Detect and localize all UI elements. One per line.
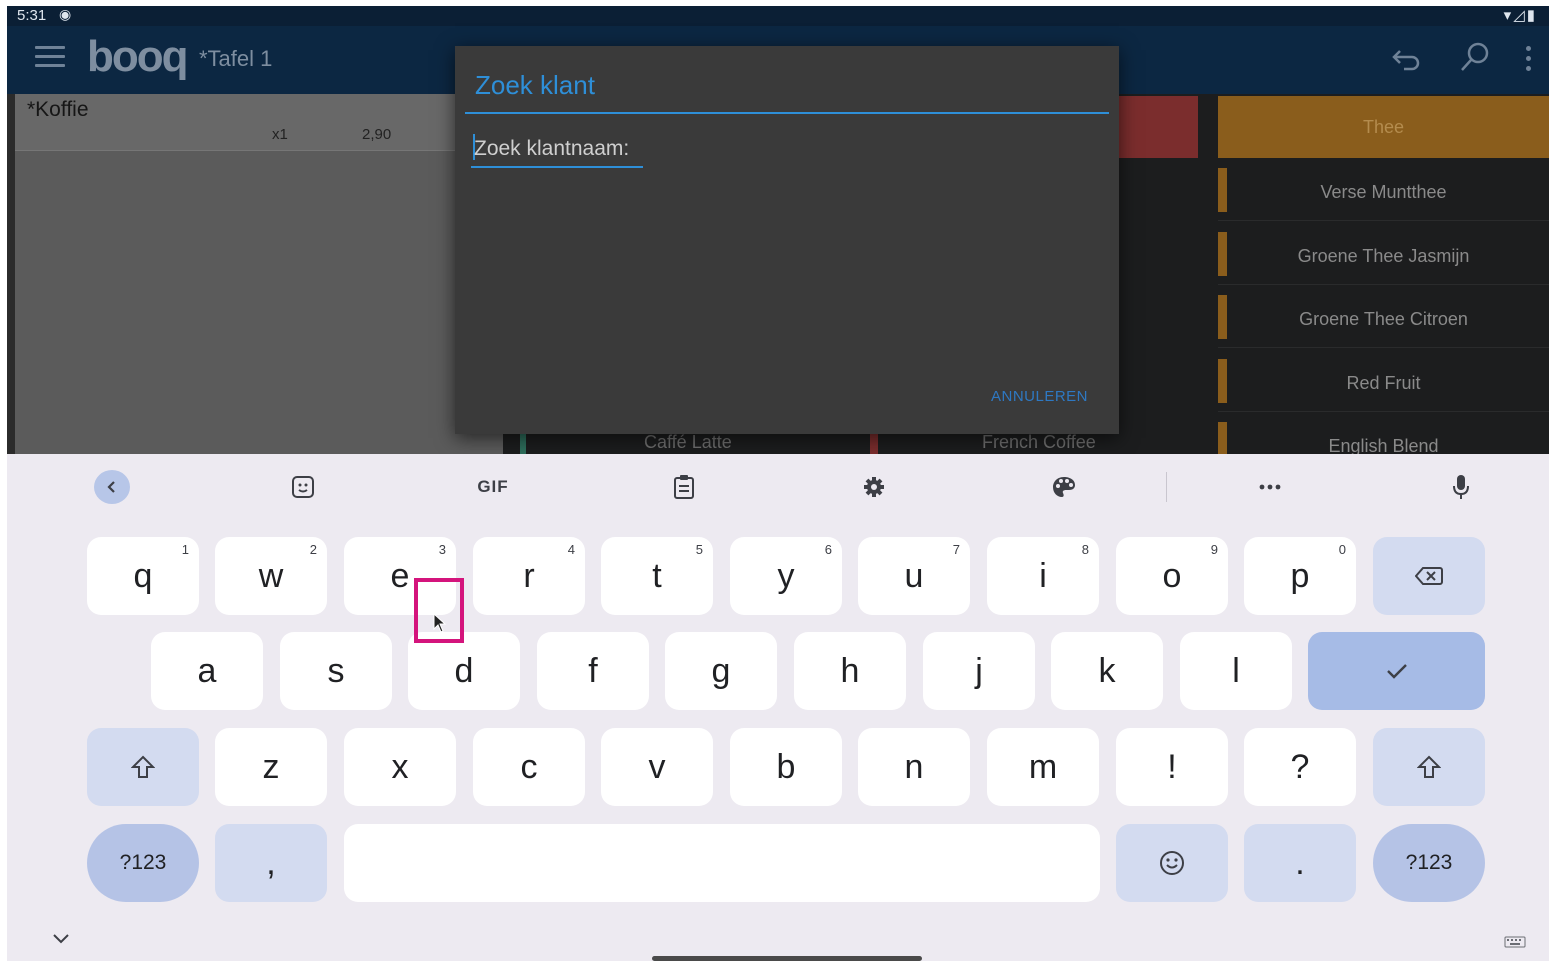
key-y[interactable]: y6 <box>730 537 842 615</box>
key-n[interactable]: n <box>858 728 970 806</box>
key-x[interactable]: x <box>344 728 456 806</box>
product-item[interactable]: Verse Muntthee <box>1218 164 1549 221</box>
key-p[interactable]: p0 <box>1244 537 1356 615</box>
key-l[interactable]: l <box>1180 632 1292 710</box>
mouse-pointer-icon <box>433 613 447 633</box>
notification-icon: ◉ <box>59 6 72 22</box>
more-icon[interactable] <box>1252 470 1288 504</box>
key-w[interactable]: w2 <box>215 537 327 615</box>
key-a[interactable]: a <box>151 632 263 710</box>
backspace-icon <box>1415 567 1443 585</box>
undo-icon[interactable] <box>1390 42 1422 74</box>
key-k[interactable]: k <box>1051 632 1163 710</box>
search-customer-dialog: Zoek klant Zoek klantnaam: ANNULEREN <box>455 46 1119 434</box>
keyboard-back-icon[interactable] <box>94 470 130 504</box>
key-shift-right[interactable] <box>1373 728 1485 806</box>
key-comma[interactable]: , <box>215 824 327 902</box>
key-symbols-right[interactable]: ?123 <box>1373 824 1485 902</box>
product-french-coffee[interactable]: French Coffee <box>982 432 1096 453</box>
key-shift-left[interactable] <box>87 728 199 806</box>
order-panel: *Koffie x1 2,90 <box>15 94 503 456</box>
key-backspace[interactable] <box>1373 537 1485 615</box>
key-c[interactable]: c <box>473 728 585 806</box>
key-i[interactable]: i8 <box>987 537 1099 615</box>
product-item[interactable]: Red Fruit <box>1218 355 1549 412</box>
category-tile[interactable] <box>1118 96 1198 158</box>
status-bar: 5:31 ◉ ▾◿▮ <box>7 6 1549 26</box>
toolbar-divider <box>1166 472 1167 502</box>
customer-name-input[interactable]: Zoek klantnaam: <box>471 134 643 168</box>
product-label: English Blend <box>1328 436 1439 456</box>
signal-battery-icon: ▾◿▮ <box>1503 7 1537 24</box>
product-item[interactable]: Groene Thee Citroen <box>1218 291 1549 348</box>
emoji-icon <box>1160 851 1184 875</box>
key-j[interactable]: j <box>923 632 1035 710</box>
customer-name-hint: Zoek klantnaam: <box>474 137 630 160</box>
key-space[interactable] <box>344 824 1100 902</box>
dialog-divider <box>465 112 1109 114</box>
key-q[interactable]: q1 <box>87 537 199 615</box>
key-emoji[interactable] <box>1116 824 1228 902</box>
menu-icon[interactable] <box>35 46 65 70</box>
key-u[interactable]: u7 <box>858 537 970 615</box>
settings-gear-icon[interactable] <box>856 470 892 504</box>
cancel-button[interactable]: ANNULEREN <box>991 388 1088 405</box>
theme-palette-icon[interactable] <box>1046 470 1082 504</box>
key-g[interactable]: g <box>665 632 777 710</box>
product-label: Verse Muntthee <box>1320 182 1447 202</box>
home-indicator[interactable] <box>652 956 922 961</box>
key-h[interactable]: h <box>794 632 906 710</box>
key-period[interactable]: . <box>1244 824 1356 902</box>
gif-button[interactable]: GIF <box>475 470 511 504</box>
key-enter[interactable] <box>1308 632 1485 710</box>
key-o[interactable]: o9 <box>1116 537 1228 615</box>
order-item-quantity: x1 <box>272 126 288 143</box>
clipboard-icon[interactable] <box>666 470 702 504</box>
click-highlight-box <box>414 578 464 643</box>
product-label: Groene Thee Jasmijn <box>1297 246 1470 266</box>
product-item[interactable]: Groene Thee Jasmijn <box>1218 228 1549 285</box>
sticker-icon[interactable] <box>285 470 321 504</box>
key-m[interactable]: m <box>987 728 1099 806</box>
dialog-title: Zoek klant <box>475 70 595 100</box>
shift-icon <box>131 755 155 778</box>
key-s[interactable]: s <box>280 632 392 710</box>
app-logo: booq <box>87 32 189 81</box>
product-label: Red Fruit <box>1346 373 1421 393</box>
microphone-icon[interactable] <box>1443 470 1479 504</box>
order-item-price: 2,90 <box>362 126 392 143</box>
key-symbols-left[interactable]: ?123 <box>87 824 199 902</box>
checkmark-icon <box>1386 664 1407 679</box>
product-caffe-latte[interactable]: Caffé Latte <box>644 432 732 453</box>
table-title: *Tafel 1 <box>199 46 273 71</box>
shift-icon <box>1417 755 1441 778</box>
keyboard-collapse-icon[interactable] <box>51 932 71 946</box>
on-screen-keyboard: GIF q1 w2 e3 r4 t5 y6 u7 i8 o9 p0 a s d … <box>7 454 1549 961</box>
key-z[interactable]: z <box>215 728 327 806</box>
search-icon[interactable] <box>1459 40 1491 74</box>
order-item-row[interactable]: *Koffie x1 2,90 <box>15 94 503 151</box>
status-time: 5:31 <box>17 7 47 24</box>
key-exclamation[interactable]: ! <box>1116 728 1228 806</box>
keyboard-switch-icon[interactable] <box>1504 936 1526 948</box>
key-question[interactable]: ? <box>1244 728 1356 806</box>
key-f[interactable]: f <box>537 632 649 710</box>
order-item-name: *Koffie <box>27 98 89 121</box>
device-screen: 5:31 ◉ ▾◿▮ booq *Tafel 1 *Koffie x1 2,90… <box>7 6 1549 961</box>
key-v[interactable]: v <box>601 728 713 806</box>
key-r[interactable]: r4 <box>473 537 585 615</box>
key-t[interactable]: t5 <box>601 537 713 615</box>
more-options-icon[interactable] <box>1523 46 1533 74</box>
key-b[interactable]: b <box>730 728 842 806</box>
category-thee[interactable]: Thee <box>1218 96 1549 158</box>
key-d[interactable]: d <box>408 632 520 710</box>
product-label: Groene Thee Citroen <box>1299 309 1468 329</box>
